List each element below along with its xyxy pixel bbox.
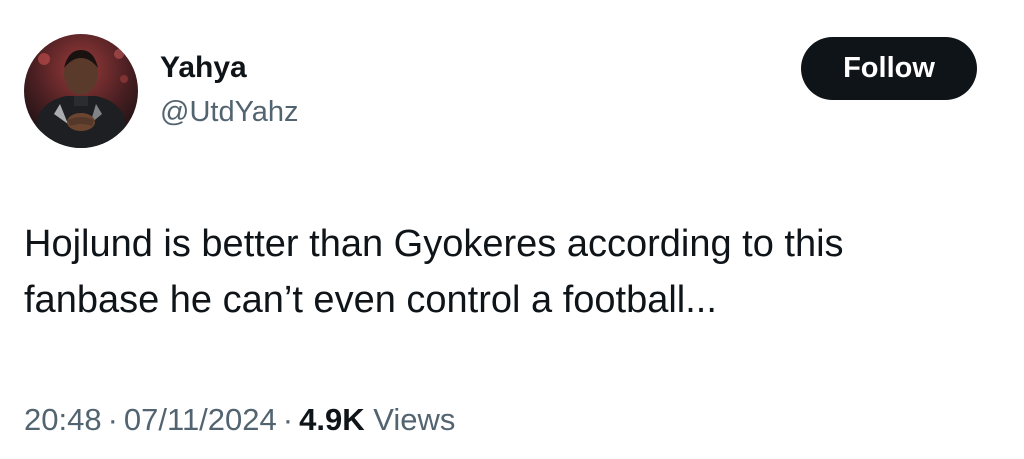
- avatar-image: [24, 34, 138, 148]
- meta-separator: ·: [282, 402, 294, 437]
- follow-button[interactable]: Follow: [801, 37, 977, 100]
- tweet-card: Yahya @UtdYahz Follow Hojlund is better …: [0, 0, 1024, 459]
- tweet-text: Hojlund is better than Gyokeres accordin…: [24, 216, 999, 328]
- tweet-text-line-1: Hojlund is better than Gyokeres accordin…: [24, 223, 844, 265]
- tweet-text-line-2: fanbase he can’t even control a football…: [24, 279, 717, 321]
- tweet-meta: 20:48 · 07/11/2024 · 4.9K Views: [24, 400, 455, 440]
- tweet-date[interactable]: 07/11/2024: [124, 402, 277, 437]
- display-name[interactable]: Yahya: [160, 50, 299, 86]
- views-count: 4.9K: [299, 402, 365, 437]
- views-label: Views: [373, 402, 456, 437]
- avatar[interactable]: [24, 34, 138, 148]
- tweet-time[interactable]: 20:48: [24, 402, 102, 437]
- user-names: Yahya @UtdYahz: [160, 50, 299, 130]
- user-handle[interactable]: @UtdYahz: [160, 94, 299, 130]
- meta-separator: ·: [107, 402, 118, 437]
